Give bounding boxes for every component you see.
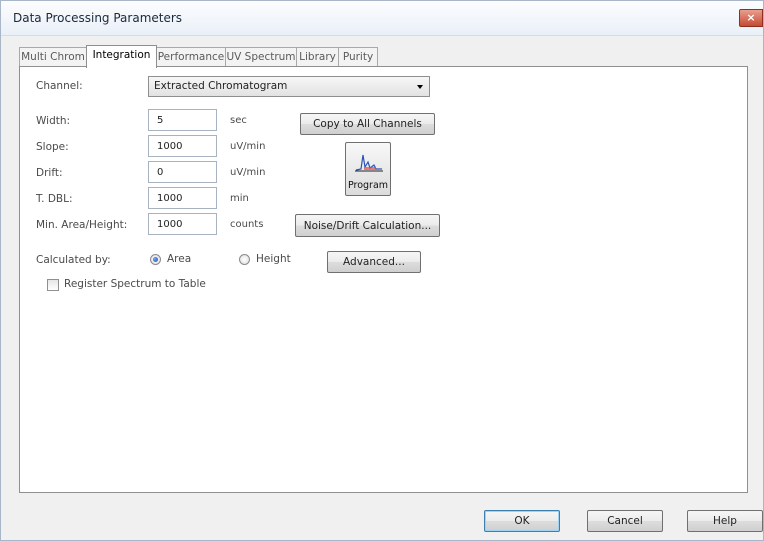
- drift-label: Drift:: [36, 167, 63, 179]
- width-unit: sec: [230, 115, 247, 126]
- height-radio-label: Height: [256, 253, 291, 265]
- noise-drift-calculation-button[interactable]: Noise/Drift Calculation...: [295, 214, 440, 237]
- width-field[interactable]: [148, 109, 217, 131]
- calculated-by-label: Calculated by:: [36, 254, 111, 266]
- tab-integration[interactable]: Integration: [86, 45, 157, 68]
- register-spectrum-label: Register Spectrum to Table: [64, 278, 206, 290]
- channel-label: Channel:: [36, 80, 83, 92]
- cancel-button[interactable]: Cancel: [587, 510, 663, 532]
- close-button[interactable]: ×: [739, 9, 763, 27]
- slope-label: Slope:: [36, 141, 69, 153]
- ok-button[interactable]: OK: [484, 510, 560, 532]
- dialog-footer: OK Cancel Help: [1, 498, 763, 540]
- tab-library[interactable]: Library: [296, 47, 339, 66]
- copy-to-all-channels-button[interactable]: Copy to All Channels: [300, 113, 435, 135]
- tab-uv-spectrum[interactable]: UV Spectrum: [225, 47, 297, 66]
- min-area-height-field[interactable]: [148, 213, 217, 235]
- chromatogram-icon: [355, 154, 383, 172]
- slope-field[interactable]: [148, 135, 217, 157]
- program-button[interactable]: Program: [345, 142, 391, 196]
- tdbl-field[interactable]: [148, 187, 217, 209]
- dialog-title: Data Processing Parameters: [13, 11, 183, 25]
- title-bar[interactable]: Data Processing Parameters ×: [1, 1, 763, 36]
- height-radio[interactable]: [239, 254, 250, 265]
- close-icon: ×: [746, 11, 756, 24]
- area-radio-label: Area: [167, 253, 192, 265]
- integration-panel: Channel: Extracted Chromatogram Width: s…: [19, 66, 748, 493]
- help-button[interactable]: Help: [687, 510, 763, 532]
- slope-unit: uV/min: [230, 141, 266, 152]
- dialog-window: Data Processing Parameters × Multi Chrom…: [0, 0, 764, 541]
- channel-select[interactable]: Extracted Chromatogram: [148, 76, 430, 97]
- area-radio[interactable]: [150, 254, 161, 265]
- width-label: Width:: [36, 115, 71, 127]
- tab-performance[interactable]: Performance: [156, 47, 226, 66]
- tab-purity[interactable]: Purity: [338, 47, 378, 66]
- channel-value: Extracted Chromatogram: [154, 80, 288, 92]
- tab-multi-chrom[interactable]: Multi Chrom: [19, 47, 87, 66]
- drift-unit: uV/min: [230, 167, 266, 178]
- tdbl-label: T. DBL:: [36, 193, 73, 205]
- register-spectrum-checkbox[interactable]: [47, 279, 59, 291]
- drift-field[interactable]: [148, 161, 217, 183]
- min-area-height-label: Min. Area/Height:: [36, 219, 128, 231]
- chevron-down-icon: [417, 85, 423, 89]
- advanced-button[interactable]: Advanced...: [327, 251, 421, 273]
- tdbl-unit: min: [230, 193, 249, 204]
- program-label: Program: [347, 180, 389, 191]
- min-area-height-unit: counts: [230, 219, 264, 230]
